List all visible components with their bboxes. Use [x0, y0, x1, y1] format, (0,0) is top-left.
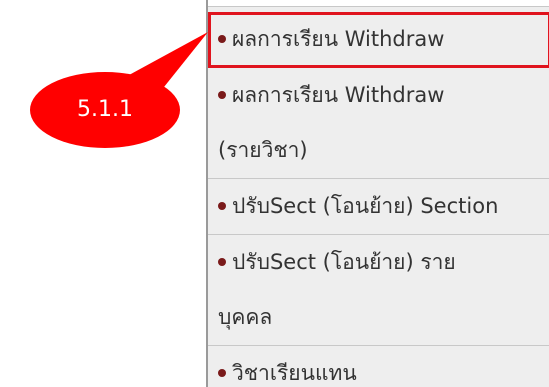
menu-item-label: วิชาเรียนแทน: [232, 361, 357, 385]
bullet-icon: [218, 34, 226, 43]
menu-item-withdraw-results[interactable]: ผลการเรียน Withdraw: [208, 12, 549, 68]
menu-item-label: ปรับSect (โอนย้าย) Section: [232, 194, 499, 218]
bullet-icon: [218, 201, 226, 210]
menu-item-adjust-section-individual[interactable]: ปรับSect (โอนย้าย) ราย บุคคล: [208, 235, 549, 346]
menu-top-divider: [208, 0, 549, 7]
callout-label: 5.1.1: [77, 97, 133, 122]
menu-item-label: ผลการเรียน Withdraw: [232, 83, 445, 107]
bullet-icon: [218, 368, 226, 377]
menu-item-label-line2: บุคคล: [218, 305, 273, 329]
menu-item-withdraw-results-by-course[interactable]: ผลการเรียน Withdraw (รายวิชา): [208, 68, 549, 179]
menu-item-label: ปรับSect (โอนย้าย) ราย: [232, 250, 456, 274]
bullet-icon: [218, 257, 226, 266]
menu-item-adjust-section[interactable]: ปรับSect (โอนย้าย) Section: [208, 179, 549, 235]
callout-pointer: [120, 32, 208, 92]
menu-list: ผลการเรียน Withdraw ผลการเรียน Withdraw …: [208, 12, 549, 387]
side-menu: ผลการเรียน Withdraw ผลการเรียน Withdraw …: [206, 0, 549, 387]
menu-item-label: ผลการเรียน Withdraw: [232, 27, 445, 51]
callout-ellipse: [30, 72, 180, 148]
bullet-icon: [218, 90, 226, 99]
menu-item-label-line2: (รายวิชา): [218, 138, 308, 162]
screenshot-stage: ผลการเรียน Withdraw ผลการเรียน Withdraw …: [0, 0, 549, 387]
menu-item-substitute-course[interactable]: วิชาเรียนแทน: [208, 346, 549, 387]
